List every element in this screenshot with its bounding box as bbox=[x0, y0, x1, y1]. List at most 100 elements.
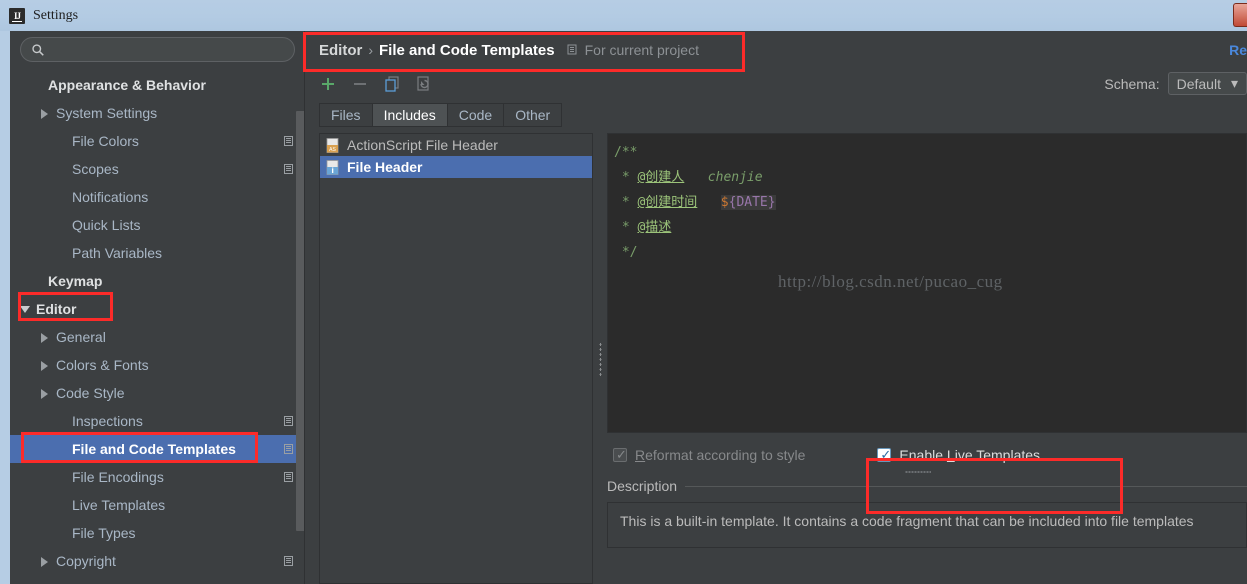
code-token: {DATE} bbox=[728, 195, 776, 210]
schema-label: Schema: bbox=[1104, 75, 1160, 92]
code-line: */ bbox=[614, 240, 1246, 265]
sidebar-item-emmet[interactable]: Emmet bbox=[10, 575, 305, 584]
description-section: Description This is a built-in template.… bbox=[607, 473, 1247, 548]
sidebar-item-editor[interactable]: Editor bbox=[10, 295, 305, 323]
sidebar-item-label: File Colors bbox=[72, 133, 139, 149]
schema-value: Default bbox=[1176, 75, 1221, 92]
sidebar-item-file-encodings[interactable]: File Encodings bbox=[10, 463, 305, 491]
sidebar-item-label: File Types bbox=[72, 525, 136, 541]
chevron-right-icon[interactable] bbox=[40, 108, 51, 119]
sidebar-item-path-variables[interactable]: Path Variables bbox=[10, 239, 305, 267]
chevron-down-icon[interactable] bbox=[20, 304, 31, 315]
chevron-right-icon[interactable] bbox=[40, 332, 51, 343]
sidebar-item-code-style[interactable]: Code Style bbox=[10, 379, 305, 407]
sidebar-item-label: File and Code Templates bbox=[72, 441, 236, 457]
tab-other[interactable]: Other bbox=[503, 103, 563, 127]
sidebar-item-notifications[interactable]: Notifications bbox=[10, 183, 305, 211]
svg-text:AS: AS bbox=[329, 147, 336, 153]
tab-includes[interactable]: Includes bbox=[371, 103, 447, 127]
list-item[interactable]: AS ActionScript File Header bbox=[320, 134, 592, 156]
sidebar-item-appearance-behavior[interactable]: Appearance & Behavior bbox=[10, 71, 305, 99]
window-title: Settings bbox=[33, 7, 79, 23]
template-editor-pane: /** * @创建人 chenjie * @创建时间 ${DATE} * @描述… bbox=[607, 133, 1247, 584]
sidebar-item-file-types[interactable]: File Types bbox=[10, 519, 305, 547]
code-token: */ bbox=[614, 245, 638, 260]
code-token: $ bbox=[720, 195, 729, 210]
tab-code[interactable]: Code bbox=[446, 103, 504, 127]
add-icon[interactable] bbox=[319, 75, 337, 93]
chevron-right-icon[interactable] bbox=[40, 360, 51, 371]
sidebar-item-inspections[interactable]: Inspections bbox=[10, 407, 305, 435]
tab-files[interactable]: Files bbox=[319, 103, 372, 127]
settings-content-pane: Editor › File and Code Templates For cur… bbox=[305, 31, 1247, 584]
reformat-checkbox-label: Reformat according to style bbox=[635, 447, 806, 463]
enable-live-templates-checkbox[interactable]: ✓ Enable Live Templates bbox=[877, 447, 1041, 473]
code-token: @描述 bbox=[637, 220, 672, 235]
sidebar-item-live-templates[interactable]: Live Templates bbox=[10, 491, 305, 519]
sidebar-item-colors-fonts[interactable]: Colors & Fonts bbox=[10, 351, 305, 379]
sidebar-item-file-and-code-templates[interactable]: File and Code Templates bbox=[10, 435, 305, 463]
code-token: * bbox=[614, 170, 638, 185]
sidebar-item-system-settings[interactable]: System Settings bbox=[10, 99, 305, 127]
sidebar-item-copyright[interactable]: Copyright bbox=[10, 547, 305, 575]
sidebar-item-label: Editor bbox=[36, 301, 77, 317]
intellij-idea-logo-icon: IJ bbox=[9, 7, 25, 24]
reset-template-icon[interactable] bbox=[415, 75, 433, 93]
code-token: * bbox=[614, 195, 638, 210]
tab-label: Files bbox=[331, 107, 361, 123]
sidebar-item-label: Scopes bbox=[72, 161, 119, 177]
code-line: /** bbox=[614, 140, 1246, 165]
check-icon: ✓ bbox=[616, 447, 627, 462]
code-token: chenjie bbox=[707, 170, 763, 185]
breadcrumb-scope-label: For current project bbox=[584, 41, 699, 58]
sidebar-item-keymap[interactable]: Keymap bbox=[10, 267, 305, 295]
reformat-checkbox[interactable]: ✓ Reformat according to style bbox=[613, 447, 805, 463]
reset-link[interactable]: Re bbox=[1229, 42, 1247, 58]
breadcrumb-parent[interactable]: Editor bbox=[319, 42, 362, 59]
actionscript-file-icon: AS bbox=[326, 137, 339, 153]
project-scope-badge-icon bbox=[284, 135, 293, 146]
search-box[interactable] bbox=[20, 37, 295, 62]
sidebar-item-label: Colors & Fonts bbox=[56, 357, 149, 373]
chevron-right-icon[interactable] bbox=[40, 388, 51, 399]
sidebar-item-scopes[interactable]: Scopes bbox=[10, 155, 305, 183]
list-item-label: ActionScript File Header bbox=[347, 137, 498, 153]
chevron-right-icon[interactable] bbox=[40, 556, 51, 567]
sidebar-item-general[interactable]: General bbox=[10, 323, 305, 351]
live-templates-checkbox-label: Enable Live Templates bbox=[899, 447, 1041, 463]
project-scope-badge-icon bbox=[284, 471, 293, 482]
sidebar-item-label: Path Variables bbox=[72, 245, 163, 261]
remove-icon[interactable] bbox=[351, 75, 369, 93]
template-options-row: ✓ Reformat according to style ✓ Enable L… bbox=[607, 433, 1247, 473]
search-input[interactable] bbox=[51, 42, 284, 57]
sidebar-item-label: Code Style bbox=[56, 385, 125, 401]
code-token: @创建人 bbox=[637, 170, 685, 185]
sidebar-item-file-colors[interactable]: File Colors bbox=[10, 127, 305, 155]
list-item[interactable]: File Header bbox=[320, 156, 592, 178]
project-scope-badge-icon bbox=[284, 443, 293, 454]
template-code-editor[interactable]: /** * @创建人 chenjie * @创建时间 ${DATE} * @描述… bbox=[607, 133, 1247, 433]
sidebar-item-label: General bbox=[56, 329, 106, 345]
sidebar-item-quick-lists[interactable]: Quick Lists bbox=[10, 211, 305, 239]
schema-dropdown[interactable]: Default ▾ bbox=[1167, 72, 1247, 95]
copy-icon[interactable] bbox=[383, 75, 401, 93]
sidebar-item-label: System Settings bbox=[56, 105, 158, 121]
project-scope-badge-icon bbox=[284, 163, 293, 174]
sidebar-item-label: File Encodings bbox=[72, 469, 164, 485]
sidebar-item-label: Appearance & Behavior bbox=[48, 77, 206, 93]
panel-splitter[interactable] bbox=[593, 133, 607, 584]
description-title: Description bbox=[607, 478, 678, 494]
template-tabs: Files Includes Code Other bbox=[305, 99, 1247, 127]
project-scope-badge-icon bbox=[284, 555, 293, 566]
settings-tree: Appearance & Behavior System Settings File… bbox=[10, 71, 305, 584]
reformat-checkbox-box: ✓ bbox=[613, 448, 627, 462]
sidebar-item-label: Live Templates bbox=[72, 497, 166, 513]
close-icon[interactable] bbox=[1233, 3, 1247, 27]
tab-label: Code bbox=[458, 107, 493, 123]
